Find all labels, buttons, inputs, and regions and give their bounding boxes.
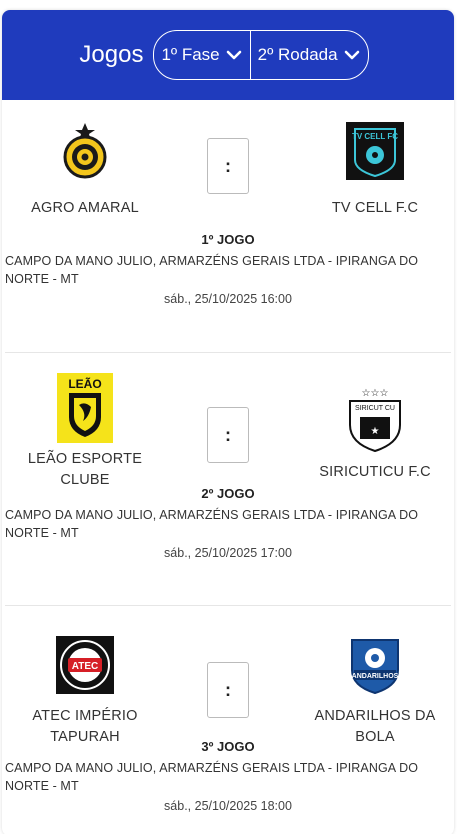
game-number: 2º JOGO [201,486,255,501]
game-number: 3º JOGO [201,739,255,754]
atec-logo-text: ATEC [72,661,98,672]
venue-text: CAMPO DA MANO JULIO, ARMARZÉNS GERAIS LT… [5,254,419,286]
score-separator: : [225,156,231,176]
away-team-name: TV CELL F.C [331,200,419,216]
home-team[interactable]: LEÃO LEÃO ESPORTE CLUBE [5,373,165,491]
atec-logo: ATEC [56,636,114,694]
games-header: Jogos 1º Fase 2º Rodada [2,10,454,100]
home-team-name: LEÃO ESPORTE CLUBE [27,451,143,488]
tv-cell-logo: TV CELL FC [346,122,404,180]
siricuticu-logo: ☆☆☆ SIRICUT CU ★ [346,387,404,453]
match-card[interactable]: ATEC ATEC IMPÉRIO TAPURAH : ANDARILHOS A… [5,606,451,834]
venue-text: CAMPO DA MANO JULIO, ARMARZÉNS GERAIS LT… [5,761,419,793]
svg-text:★: ★ [371,426,380,437]
game-number: 1º JOGO [201,232,255,247]
andarilhos-logo-text: ANDARILHOS [352,673,399,680]
round-label: 2º Rodada [257,45,338,64]
match-datetime: sáb., 25/10/2025 16:00 [164,292,292,306]
score-separator: : [225,680,231,700]
match-card[interactable]: AGRO AMARAL : TV CELL FC TV CELL F.C 1º … [5,100,451,353]
agro-amaral-logo [56,122,114,180]
home-team[interactable]: ATEC ATEC IMPÉRIO TAPURAH [5,636,165,748]
leao-logo: LEÃO [57,373,113,443]
score-separator: : [225,425,231,445]
page-title: Jogos [79,41,144,68]
away-team[interactable]: ☆☆☆ SIRICUT CU ★ SIRICUTICU F.C [295,387,454,483]
leao-logo-text: LEÃO [68,376,101,391]
home-team[interactable]: AGRO AMARAL [5,122,165,219]
score-box: : [207,662,249,718]
svg-text:☆☆☆: ☆☆☆ [362,388,389,399]
andarilhos-logo: ANDARILHOS [346,636,404,694]
phase-round-selector: 1º Fase 2º Rodada [153,30,369,80]
chevron-down-icon [344,50,360,60]
score-box: : [207,138,249,194]
match-datetime: sáb., 25/10/2025 18:00 [164,799,292,813]
chevron-down-icon [226,50,242,60]
away-team[interactable]: ANDARILHOS ANDARILHOS DA BOLA [295,636,454,748]
match-card[interactable]: LEÃO LEÃO ESPORTE CLUBE : ☆☆☆ SIRICUT CU… [5,353,451,606]
away-team[interactable]: TV CELL FC TV CELL F.C [295,122,454,219]
score-box: : [207,407,249,463]
phase-label: 1º Fase [161,45,220,64]
phase-dropdown[interactable]: 1º Fase [154,31,249,79]
siricuticu-logo-text: SIRICUT CU [355,405,395,412]
away-team-name: SIRICUTICU F.C [319,464,431,480]
match-datetime: sáb., 25/10/2025 17:00 [164,546,292,560]
home-team-name: AGRO AMARAL [31,200,139,216]
games-card: Jogos 1º Fase 2º Rodada AGRO AMARAL: TV… [2,10,454,834]
tv-cell-logo-text: TV CELL FC [352,132,398,141]
round-dropdown[interactable]: 2º Rodada [249,31,368,79]
venue-text: CAMPO DA MANO JULIO, ARMARZÉNS GERAIS LT… [5,508,419,540]
